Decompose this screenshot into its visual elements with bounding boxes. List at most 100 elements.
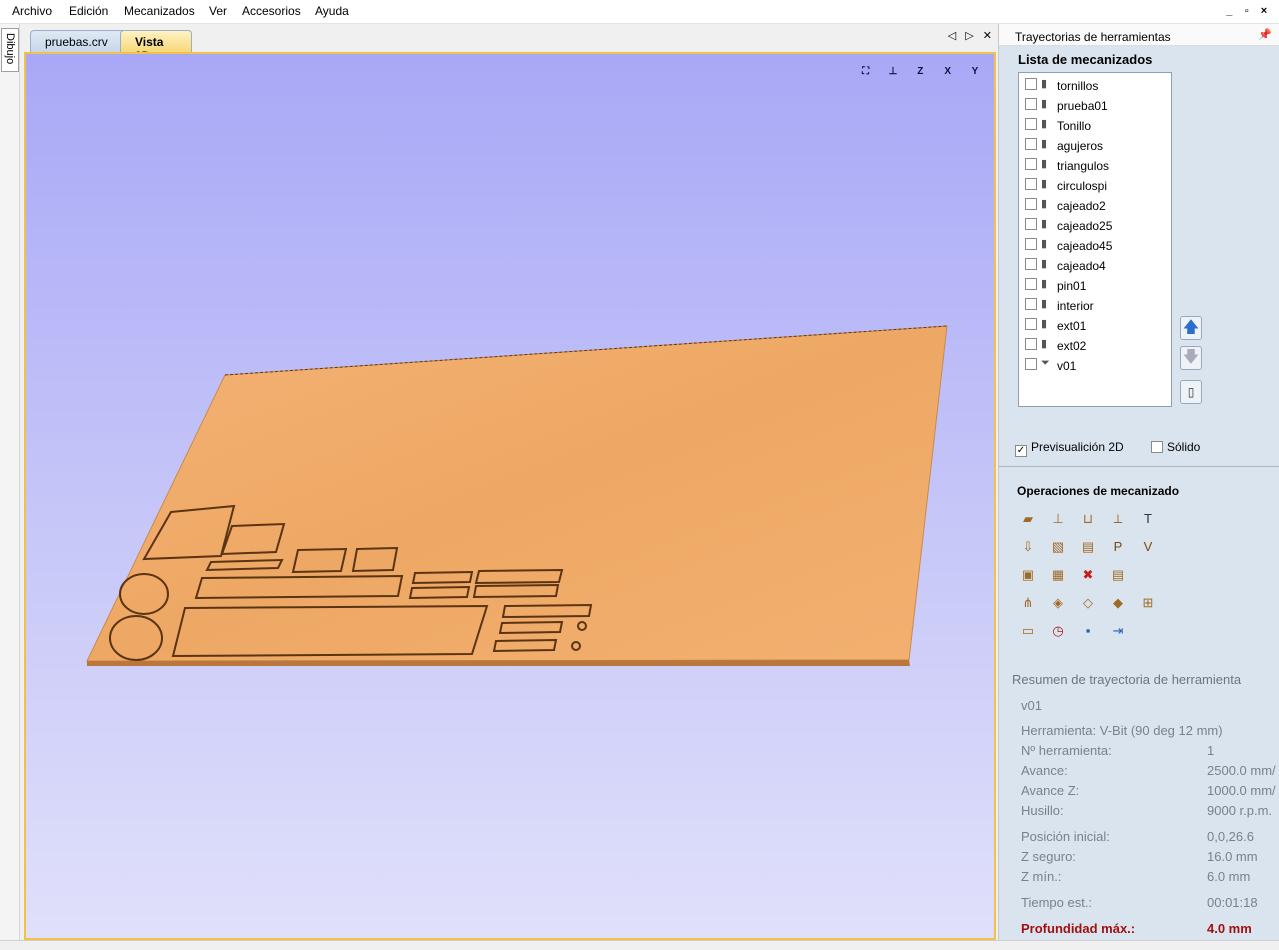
wrap-icon[interactable]: ◇	[1077, 592, 1099, 614]
toolpath-checkbox[interactable]	[1025, 258, 1037, 270]
endmill-icon: ▮	[1041, 258, 1048, 270]
toolpath-checkbox[interactable]	[1025, 158, 1037, 170]
preview-2d-option[interactable]: ✓ Previsualición 2D	[1015, 440, 1124, 457]
menu-accesorios[interactable]: Accesorios	[242, 4, 301, 18]
sheet-icon[interactable]: ▭	[1017, 620, 1039, 642]
toolpath-checkbox[interactable]	[1025, 218, 1037, 230]
toolpath-checkbox[interactable]	[1025, 118, 1037, 130]
import-icon[interactable]: ⇩	[1017, 536, 1039, 558]
side-y-icon[interactable]: Y	[964, 62, 986, 82]
status-bar	[0, 940, 1279, 950]
texture-icon[interactable]: ▧	[1047, 536, 1069, 558]
toolpath-label: pin01	[1057, 279, 1087, 293]
summary-key: Posición inicial:	[1021, 829, 1110, 844]
vcarve-icon[interactable]: V	[1137, 536, 1159, 558]
tab-vista-3d[interactable]: Vista 3D	[120, 30, 192, 63]
layers-icon[interactable]: ◈	[1047, 592, 1069, 614]
toolpath-row[interactable]: ▮ triangulos	[1025, 155, 1165, 173]
menu-ayuda[interactable]: Ayuda	[315, 4, 349, 18]
toolpath-label: circulospi	[1057, 179, 1108, 193]
toolpath-row[interactable]: ▮ cajeado25	[1025, 215, 1165, 233]
restore-button[interactable]: ▫	[1240, 5, 1254, 17]
toolpath-checkbox[interactable]	[1025, 358, 1037, 370]
toolpath-row[interactable]: ▮ cajeado45	[1025, 235, 1165, 253]
extents-icon[interactable]: ⛶	[855, 62, 877, 82]
timer-icon[interactable]: ◷	[1047, 620, 1069, 642]
flute-icon[interactable]: ▤	[1077, 536, 1099, 558]
tab-scroll-left-icon[interactable]: ◁	[948, 30, 956, 42]
toolpath-row[interactable]: ▮ ext01	[1025, 315, 1165, 333]
toolpath-checkbox[interactable]	[1025, 138, 1037, 150]
tab-pruebas-crv[interactable]: pruebas.crv	[30, 30, 126, 52]
toolpath-checkbox[interactable]	[1025, 278, 1037, 290]
toolpath-row[interactable]: ⏷ v01	[1025, 355, 1165, 373]
toolpath-row[interactable]: ▮ Tonillo	[1025, 115, 1165, 133]
close-button[interactable]: ×	[1257, 5, 1271, 17]
toolpath-row[interactable]: ▮ agujeros	[1025, 135, 1165, 153]
dibujo-tab[interactable]: Dibujo	[1, 28, 19, 72]
toolpath-checkbox[interactable]	[1025, 178, 1037, 190]
summary-value: 2500.0 mm/	[1207, 763, 1276, 778]
operations-title: Operaciones de mecanizado	[1017, 484, 1180, 498]
toolpath-checkbox[interactable]	[1025, 318, 1037, 330]
save-icon[interactable]: ▪	[1077, 620, 1099, 642]
toolpath-row[interactable]: ▮ cajeado4	[1025, 255, 1165, 273]
preview-2d-checkbox[interactable]: ✓	[1015, 445, 1027, 457]
pocket-icon[interactable]: ⊔	[1077, 508, 1099, 530]
toolpath-checkbox[interactable]	[1025, 78, 1037, 90]
toolpath-row[interactable]: ▮ interior	[1025, 295, 1165, 313]
toolpath-row[interactable]: ▮ cajeado2	[1025, 195, 1165, 213]
drill-icon[interactable]: ⟂	[1107, 508, 1129, 530]
merge-icon[interactable]: ▦	[1047, 564, 1069, 586]
top-z-icon[interactable]: Z	[909, 62, 931, 82]
window-controls: _ ▫ ×	[1222, 3, 1271, 17]
tabs-icon[interactable]: ⊞	[1137, 592, 1159, 614]
toolpath-checkbox[interactable]	[1025, 338, 1037, 350]
toolpath-label: ext01	[1057, 319, 1087, 333]
pin-icon[interactable]: 📌	[1258, 28, 1272, 41]
iso-view-icon[interactable]: ⊥	[882, 62, 904, 82]
solid-checkbox[interactable]	[1151, 441, 1163, 453]
toolpath-row[interactable]: ▮ ext02	[1025, 335, 1165, 353]
calc-icon[interactable]: ▤	[1107, 564, 1129, 586]
menu-mecanizados[interactable]: Mecanizados	[124, 4, 195, 18]
3d-viewport[interactable]: ⛶ ⊥ Z X Y	[24, 52, 996, 940]
toolpath-checkbox[interactable]	[1025, 98, 1037, 110]
menu-ver[interactable]: Ver	[209, 4, 227, 18]
move-down-button[interactable]: 🡇	[1180, 346, 1202, 370]
template-icon[interactable]: ▣	[1017, 564, 1039, 586]
delete-icon[interactable]: ✖	[1077, 564, 1099, 586]
export-icon[interactable]: ⇥	[1107, 620, 1129, 642]
toolpath-properties-button[interactable]: ▯	[1180, 380, 1202, 404]
move-up-button[interactable]: 🡅	[1180, 316, 1202, 340]
toolpath-row[interactable]: ▮ prueba01	[1025, 95, 1165, 113]
summary-key: Z mín.:	[1021, 869, 1062, 884]
material-icon[interactable]: ▰	[1017, 508, 1039, 530]
view-toolbar: ⛶ ⊥ Z X Y	[853, 62, 986, 82]
rotary-icon[interactable]: ◆	[1107, 592, 1129, 614]
minimize-button[interactable]: _	[1222, 5, 1236, 17]
text-icon[interactable]: T	[1137, 508, 1159, 530]
summary-key: Herramienta: V-Bit (90 deg 12 mm)	[1021, 723, 1223, 738]
fixtures-icon[interactable]: ⋔	[1017, 592, 1039, 614]
summary-value: 1000.0 mm/	[1207, 783, 1276, 798]
toolpath-list[interactable]: ▮ tornillos ▮ prueba01 ▮ Tonillo ▮ agujeros ▮ tri…	[1018, 72, 1172, 407]
toolpath-checkbox[interactable]	[1025, 238, 1037, 250]
menu-archivo[interactable]: Archivo	[12, 4, 52, 18]
solid-option[interactable]: Sólido	[1151, 440, 1200, 454]
front-x-icon[interactable]: X	[937, 62, 959, 82]
tab-scroll-right-icon[interactable]: ▷	[965, 30, 973, 42]
toolpath-checkbox[interactable]	[1025, 298, 1037, 310]
tab-close-icon[interactable]: ✕	[983, 30, 992, 42]
left-dock-strip: Dibujo	[0, 24, 20, 940]
prism-icon[interactable]: P	[1107, 536, 1129, 558]
toolpath-checkbox[interactable]	[1025, 198, 1037, 210]
toolpath-row[interactable]: ▮ tornillos	[1025, 75, 1165, 93]
toolpath-label: triangulos	[1057, 159, 1110, 173]
profile-icon[interactable]: ⊥	[1047, 508, 1069, 530]
toolpath-row[interactable]: ▮ pin01	[1025, 275, 1165, 293]
toolpath-label: interior	[1057, 299, 1094, 313]
menu-edicion[interactable]: Edición	[69, 4, 108, 18]
board-front-edge	[87, 660, 910, 666]
toolpath-row[interactable]: ▮ circulospi	[1025, 175, 1165, 193]
